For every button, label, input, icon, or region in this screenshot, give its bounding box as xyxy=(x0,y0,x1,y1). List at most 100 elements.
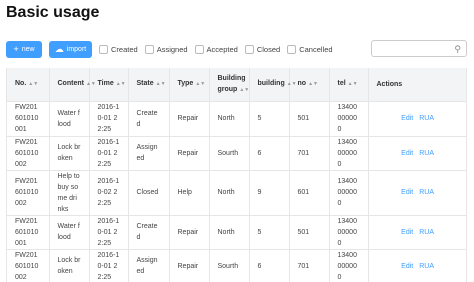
column-header-actions: Actions xyxy=(368,68,466,102)
sort-caret-icon[interactable]: ▲▼ xyxy=(116,81,126,87)
cell-actions: Edit RUA xyxy=(368,136,466,171)
cell-building: 5 xyxy=(249,215,290,250)
cell-no2: 501 xyxy=(289,215,330,250)
table-row: FW201601010002 Help to buy some drinks 2… xyxy=(7,170,466,216)
checkbox-box[interactable] xyxy=(287,44,297,54)
filter-accepted-checkbox[interactable]: Accepted xyxy=(194,44,238,54)
cell-content: Water flood xyxy=(49,101,90,137)
rua-link[interactable]: RUA xyxy=(419,263,434,270)
cell-building-group: North xyxy=(209,101,250,137)
cell-building: 6 xyxy=(249,136,290,171)
sort-caret-icon[interactable]: ▲▼ xyxy=(156,81,166,87)
column-header-type[interactable]: Type ▲▼ xyxy=(169,68,210,102)
column-header-label: Actions xyxy=(376,80,403,88)
sort-caret-icon[interactable]: ▲▼ xyxy=(195,81,205,87)
filter-created-checkbox[interactable]: Created xyxy=(99,44,138,54)
cell-content: Lock broken xyxy=(49,136,90,171)
search-input[interactable]: ⚲ xyxy=(371,40,467,57)
edit-link[interactable]: Edit xyxy=(401,263,413,270)
cell-type: Repair xyxy=(169,215,210,250)
filter-label: Accepted xyxy=(206,44,238,54)
cell-state: Assigned xyxy=(128,136,170,171)
cloud-upload-icon: ☁ xyxy=(54,43,64,54)
edit-link[interactable]: Edit xyxy=(401,150,413,157)
cell-time: 2016-10-01 22:25 xyxy=(89,215,129,250)
sort-caret-icon[interactable]: ▲▼ xyxy=(308,81,318,87)
import-button-label: import xyxy=(66,45,87,53)
cell-time: 2016-10-01 22:25 xyxy=(89,101,129,137)
column-header-tel[interactable]: tel ▲▼ xyxy=(329,68,369,102)
cell-building-group: North xyxy=(209,170,250,216)
sort-caret-icon[interactable]: ▲▼ xyxy=(287,81,297,87)
filter-cancelled-checkbox[interactable]: Cancelled xyxy=(287,44,333,54)
cell-state: Created xyxy=(128,101,170,137)
data-table: No. ▲▼ Content ▲▼ Time ▲▼ State ▲▼ Type ▲▼ Bu… xyxy=(6,68,467,282)
cell-tel: 13400000000 xyxy=(329,215,369,250)
rua-link[interactable]: RUA xyxy=(419,229,434,236)
column-header-label: building xyxy=(257,80,285,88)
table-header-row: No. ▲▼ Content ▲▼ Time ▲▼ State ▲▼ Type ▲▼ Bu… xyxy=(7,68,466,102)
rua-link[interactable]: RUA xyxy=(419,189,434,196)
cell-state: Created xyxy=(128,215,170,250)
edit-link[interactable]: Edit xyxy=(401,189,413,196)
plus-icon: + xyxy=(13,43,19,54)
column-header-label: Content xyxy=(57,80,84,88)
cell-state: Closed xyxy=(128,170,170,216)
cell-type: Repair xyxy=(169,136,210,171)
edit-link[interactable]: Edit xyxy=(401,229,413,236)
filter-assigned-checkbox[interactable]: Assigned xyxy=(144,44,188,54)
cell-actions: Edit RUA xyxy=(368,215,466,250)
rua-link[interactable]: RUA xyxy=(419,150,434,157)
rua-link[interactable]: RUA xyxy=(419,115,434,122)
cell-no2: 601 xyxy=(289,170,330,216)
column-header-content[interactable]: Content ▲▼ xyxy=(49,68,96,102)
import-button[interactable]: ☁ import xyxy=(49,40,92,58)
cell-state: Assigned xyxy=(128,249,170,282)
column-header-label: No. xyxy=(15,80,27,88)
cell-tel: 13400000000 xyxy=(329,249,369,282)
cell-no2: 701 xyxy=(289,249,330,282)
column-header-building-group[interactable]: Building group ▲▼ xyxy=(209,68,250,102)
sort-caret-icon[interactable]: ▲▼ xyxy=(28,81,38,87)
cell-building-group: North xyxy=(209,215,250,250)
cell-tel: 13400000000 xyxy=(329,136,369,171)
cell-no: FW201601010002 xyxy=(7,249,50,282)
cell-no: FW201601010001 xyxy=(7,215,50,250)
cell-no: FW201601010001 xyxy=(7,101,50,137)
column-header-label: no xyxy=(297,80,307,88)
column-header-no[interactable]: No. ▲▼ xyxy=(7,68,50,102)
cell-type: Repair xyxy=(169,101,210,137)
cell-no2: 701 xyxy=(289,136,330,171)
cell-time: 2016-10-02 22:25 xyxy=(89,170,129,216)
sort-caret-icon[interactable]: ▲▼ xyxy=(348,81,358,87)
checkbox-box[interactable] xyxy=(144,44,154,54)
cell-content: Help to buy some drinks xyxy=(49,170,90,216)
cell-building-group: Sourth xyxy=(209,136,250,171)
checkbox-box[interactable] xyxy=(99,44,108,54)
checkbox-box[interactable] xyxy=(244,44,254,54)
cell-building: 9 xyxy=(249,170,290,216)
cell-building-group: Sourth xyxy=(209,249,250,282)
column-header-label: Time xyxy=(97,80,114,88)
cell-time: 2016-10-01 22:25 xyxy=(89,249,129,282)
edit-link[interactable]: Edit xyxy=(401,115,413,122)
filter-label: Assigned xyxy=(156,44,188,54)
cell-building: 6 xyxy=(249,249,290,282)
table-row: FW201601010001 Water flood 2016-10-01 22… xyxy=(7,215,466,250)
sort-caret-icon[interactable]: ▲▼ xyxy=(86,81,96,87)
new-button[interactable]: + new xyxy=(6,40,42,58)
cell-building: 5 xyxy=(249,101,290,137)
cell-actions: Edit RUA xyxy=(368,101,466,137)
table-row: FW201601010001 Water flood 2016-10-01 22… xyxy=(7,101,466,137)
cell-no: FW201601010002 xyxy=(7,136,50,171)
sort-caret-icon[interactable]: ▲▼ xyxy=(239,87,249,93)
cell-content: Water flood xyxy=(49,215,90,250)
filter-label: Cancelled xyxy=(299,44,333,54)
checkbox-box[interactable] xyxy=(194,44,204,54)
search-icon[interactable]: ⚲ xyxy=(454,43,461,55)
column-header-state[interactable]: State ▲▼ xyxy=(128,68,170,102)
filter-closed-checkbox[interactable]: Closed xyxy=(244,44,280,54)
cell-tel: 13400000000 xyxy=(329,101,369,137)
cell-tel: 13400000000 xyxy=(329,170,369,216)
column-header-building[interactable]: building ▲▼ xyxy=(249,68,297,102)
